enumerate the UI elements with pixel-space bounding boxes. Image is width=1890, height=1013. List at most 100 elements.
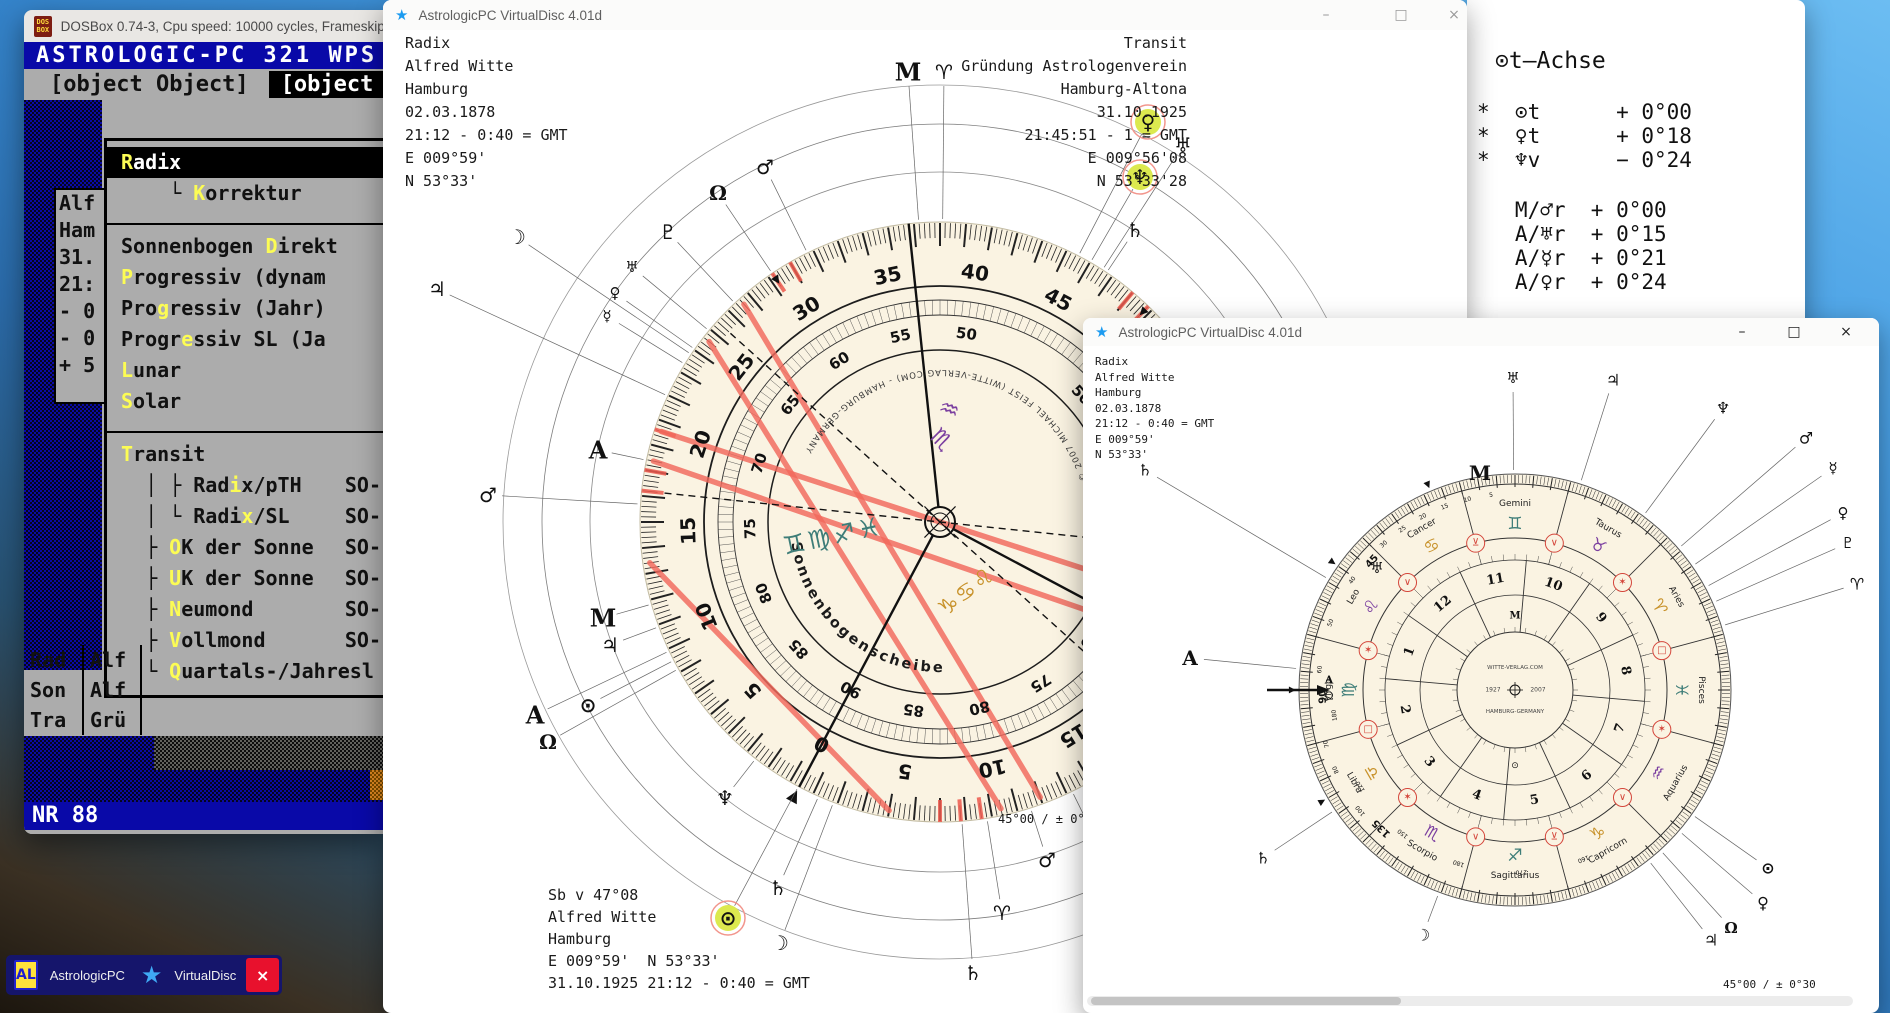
dos-menu-tab[interactable]: [object Object] bbox=[50, 72, 249, 97]
dos-menu-item[interactable]: Sonnenbogen Direkt bbox=[107, 231, 383, 262]
dos-menu-item[interactable]: ├ VollmondSO- bbox=[107, 625, 383, 656]
venus-glyph: ♀ bbox=[1838, 504, 1849, 522]
small-info-line: Alfred Witte bbox=[1095, 370, 1214, 386]
transit-info-line: E 009°56'08 bbox=[803, 147, 1187, 170]
mercury-glyph: ☿ bbox=[602, 307, 611, 325]
dos-menu-item[interactable]: Solar bbox=[107, 386, 383, 417]
small-info-line: 21:12 - 0:40 = GMT bbox=[1095, 416, 1214, 432]
radix-info-line: N 53°33' bbox=[405, 170, 568, 193]
sb-info-line: 31.10.1925 21:12 - 0:40 = GMT bbox=[548, 972, 810, 994]
transit-info-line: Hamburg-Altona bbox=[803, 78, 1187, 101]
svg-text:11: 11 bbox=[1485, 571, 1505, 589]
dos-menu-item[interactable]: Progressiv (dynam bbox=[107, 262, 383, 293]
small-info-line: E 009°59' bbox=[1095, 432, 1214, 448]
uranus-glyph: ♅ bbox=[1506, 369, 1519, 387]
neptune-glyph: ♆ bbox=[1716, 399, 1730, 418]
svg-text:M: M bbox=[1509, 611, 1520, 622]
svg-text:✶: ✶ bbox=[1364, 645, 1372, 656]
sb-info-line: Sb v 47°08 bbox=[548, 884, 810, 906]
astrologicpc-taskbar-label[interactable]: AstrologicPC bbox=[50, 968, 125, 983]
jupiter-glyph: ♃ bbox=[428, 277, 446, 301]
virtualdisc-star-icon[interactable]: ★ bbox=[141, 961, 163, 989]
dos-bottom-row: RadAlf bbox=[26, 645, 142, 675]
sb-info-line: E 009°59' N 53°33' bbox=[548, 950, 810, 972]
desktop: { "dosbox": { "titlebar": "DOSBox 0.74-3… bbox=[0, 0, 1890, 1013]
svg-text:♐: ♐ bbox=[1507, 846, 1522, 866]
dos-bottom-row: TraGrü bbox=[26, 705, 142, 735]
svg-text:1927: 1927 bbox=[1485, 687, 1500, 694]
svg-text:40: 40 bbox=[960, 259, 991, 287]
taskbar-widget: AL AstrologicPC ★ VirtualDisc × bbox=[6, 955, 282, 995]
dos-menu-item[interactable]: ├ UK der SonneSO- bbox=[107, 563, 383, 594]
aries-point-glyph: ♈ bbox=[1850, 575, 1864, 594]
svg-text:✶: ✶ bbox=[1618, 577, 1626, 588]
sun-glyph: ⊙ bbox=[580, 693, 597, 717]
dos-menu-item[interactable]: │ └ Radix/SLSO- bbox=[107, 501, 383, 532]
uranus-glyph: ♅ bbox=[1370, 559, 1383, 577]
dos-menu-item[interactable]: ├ OK der SonneSO- bbox=[107, 532, 383, 563]
small-info-line: Radix bbox=[1095, 354, 1214, 370]
mars-glyph: ♂ bbox=[1038, 848, 1056, 872]
svg-text:85: 85 bbox=[902, 700, 925, 721]
svg-text:∨: ∨ bbox=[1551, 538, 1558, 549]
horizontal-scrollbar[interactable] bbox=[1087, 996, 1853, 1006]
dos-menu-item[interactable]: Transit bbox=[107, 439, 383, 470]
ascendant-glyph: A bbox=[525, 701, 545, 730]
svg-text:♓: ♓ bbox=[1671, 682, 1691, 697]
svg-text:WITTE-VERLAG.COM: WITTE-VERLAG.COM bbox=[1487, 665, 1543, 671]
meridian-glyph: M bbox=[1469, 461, 1491, 485]
dos-app-title: ASTROLOGIC-PC 321 WPS bbox=[24, 42, 383, 69]
small-info-line: N 53°33' bbox=[1095, 447, 1214, 463]
dos-menu-item[interactable] bbox=[107, 209, 383, 225]
dos-menu-item[interactable]: Lunar bbox=[107, 355, 383, 386]
dosbox-icon: DOSBOX bbox=[34, 16, 52, 37]
dos-menu-item[interactable] bbox=[107, 417, 383, 433]
dos-menu-item[interactable]: │ ├ Radix/pTHSO- bbox=[107, 470, 383, 501]
virtualdisc-taskbar-label[interactable]: VirtualDisc bbox=[174, 968, 236, 983]
saturn-glyph: ♄ bbox=[1256, 849, 1270, 868]
node-glyph: Ω bbox=[709, 181, 727, 205]
dos-menu-item[interactable]: └ Korrektur bbox=[107, 178, 383, 209]
node-glyph: Ω bbox=[1724, 919, 1737, 937]
svg-text:♊: ♊ bbox=[1507, 514, 1522, 534]
achse-row: * ♆v − 0°24 bbox=[1477, 148, 1692, 172]
venus-glyph: ♀ bbox=[610, 284, 621, 302]
svg-text:□: □ bbox=[1363, 724, 1372, 735]
achse-title: ⊙t–Achse bbox=[1495, 48, 1606, 74]
svg-text:✶: ✶ bbox=[1658, 724, 1666, 735]
dos-dropdown-menu: Radix └ KorrekturSonnenbogen DirektProgr… bbox=[104, 138, 383, 698]
ascendant-glyph: A bbox=[588, 436, 608, 465]
astrologicpc-icon[interactable]: AL bbox=[14, 960, 38, 990]
dosbox-window: DOSBOX DOSBox 0.74-3, Cpu speed: 10000 c… bbox=[24, 10, 383, 834]
dos-menu-item[interactable]: Progressiv (Jahr) bbox=[107, 293, 383, 324]
achse-row: A/♅r + 0°15 bbox=[1477, 222, 1667, 246]
svg-text:60: 60 bbox=[1316, 665, 1324, 674]
svg-text:∨: ∨ bbox=[1472, 831, 1479, 842]
radix-info-block: RadixAlfred WitteHamburg02.03.187821:12 … bbox=[405, 32, 568, 193]
transit-info-line: 31.10.1925 bbox=[803, 101, 1187, 124]
dos-menu-tab[interactable]: [object Object] bbox=[269, 71, 383, 98]
scrollbar-thumb[interactable] bbox=[1091, 997, 1401, 1005]
taskbar-close-button[interactable]: × bbox=[246, 958, 279, 992]
transit-info-line: 21:45:51 - 1 = GMT bbox=[803, 124, 1187, 147]
dos-dither-dark-band bbox=[154, 736, 383, 770]
dos-menu-item[interactable]: └ Quartals-/Jahresl bbox=[107, 656, 383, 687]
uranus-glyph: ♅ bbox=[625, 258, 638, 276]
dos-menu-item[interactable]: ├ NeumondSO- bbox=[107, 594, 383, 625]
dos-dither-orange bbox=[370, 770, 383, 800]
svg-text:75: 75 bbox=[741, 518, 760, 539]
achse-row: A/☿r + 0°21 bbox=[1477, 246, 1667, 270]
dos-menu-item[interactable]: Progressiv SL (Ja bbox=[107, 324, 383, 355]
dos-menu-item[interactable]: Radix bbox=[107, 147, 383, 178]
transit-info-block: TransitGründung AstrologenvereinHamburg-… bbox=[803, 32, 1187, 193]
svg-text:HAMBURG-GERMANY: HAMBURG-GERMANY bbox=[1486, 709, 1545, 715]
small-info-block: RadixAlfred WitteHamburg02.03.187821:12 … bbox=[1095, 354, 1214, 463]
sb-info-block: Sb v 47°08Alfred WitteHamburgE 009°59' N… bbox=[548, 884, 810, 994]
sun-glyph: ⊙ bbox=[1761, 859, 1774, 878]
radix-info-line: Hamburg bbox=[405, 78, 568, 101]
moon-glyph: ☽ bbox=[1416, 926, 1430, 945]
dosbox-titlebar[interactable]: DOSBOX DOSBox 0.74-3, Cpu speed: 10000 c… bbox=[24, 10, 383, 42]
transit-info-line: Gründung Astrologenverein bbox=[803, 55, 1187, 78]
transit-info-line: Transit bbox=[803, 32, 1187, 55]
venus-glyph: ♀ bbox=[1757, 894, 1769, 913]
